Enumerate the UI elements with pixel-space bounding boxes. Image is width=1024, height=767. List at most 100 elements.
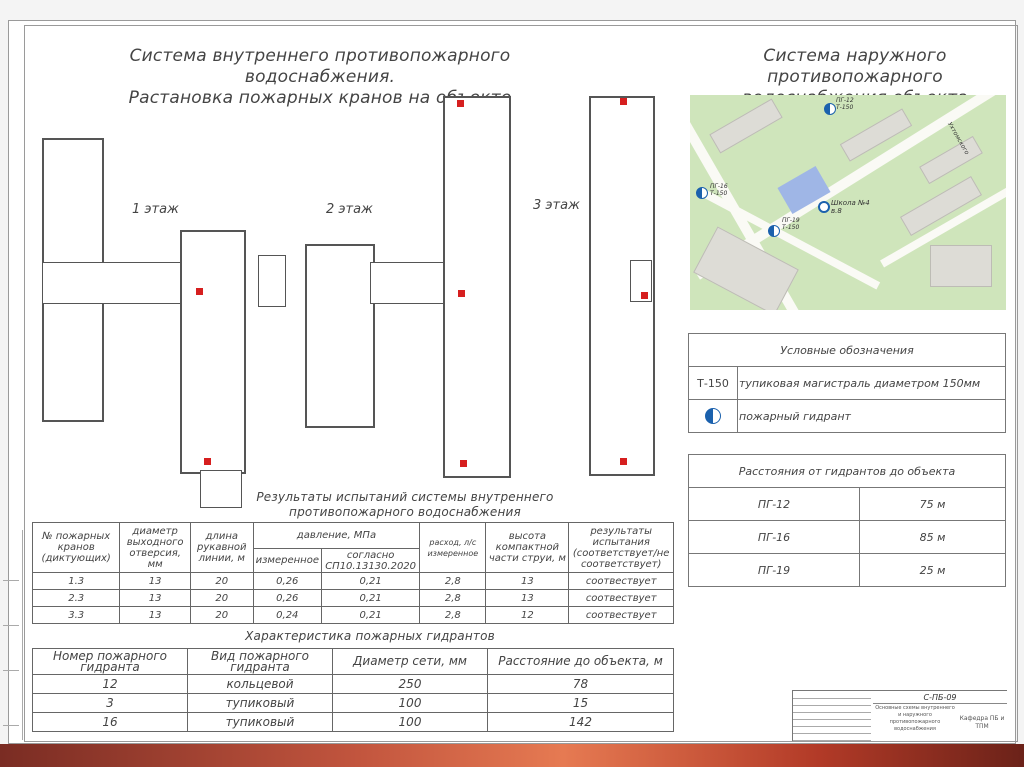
cell: 2,8: [419, 589, 487, 607]
legend-row: пожарный гидрант: [688, 399, 1006, 433]
hydrant-pin-16-label: ПГ-16 Т-150: [710, 183, 728, 197]
hydrant-pin-19: [768, 225, 780, 237]
cell: 3: [32, 693, 188, 713]
floor-1-label: 1 этаж: [132, 202, 179, 217]
site-map: ПГ-12 Т-150 ПГ-16 Т-150 ПГ-19 Т-150 Школа №…: [690, 95, 1006, 310]
table-row: 1.3 13 20 0,26 0,21 2,8 13 соотвествует: [31, 572, 674, 590]
table-row: 12 кольцевой 250 78: [32, 674, 674, 694]
header-pressure-norm: согласно СП10.13130.2020: [320, 548, 421, 573]
header-hydrant-distance: Расстояние до объекта, м: [487, 648, 674, 675]
header-pressure: давление, МПа: [252, 522, 421, 549]
header-hydrant-type: Вид пожарного гидранта: [187, 648, 333, 675]
cell: 78: [487, 674, 674, 694]
cell: 1.3: [31, 572, 121, 590]
header-flow: расход, л/с измеренное: [419, 522, 487, 573]
cell: 15: [487, 693, 674, 713]
hydrants-table: Номер пожарного гидранта Вид пожарного г…: [32, 648, 674, 732]
cell: 20: [189, 589, 254, 607]
test-results-table: № пожарных кранов (диктующих) диаметр вы…: [31, 522, 674, 624]
header-hydrant-diameter: Диаметр сети, мм: [332, 648, 488, 675]
header-jet-height: высота компактной части струи, м: [485, 522, 570, 573]
table-row: 16 тупиковый 100 142: [32, 712, 674, 732]
floor-3-label: 3 этаж: [533, 198, 580, 213]
cell: 142: [487, 712, 674, 732]
cell: 2,8: [419, 606, 487, 624]
cell: 12: [32, 674, 188, 694]
hydrant-marker-3-2: [641, 292, 648, 299]
header-diameter: диаметр выходного отверсия, мм: [119, 522, 191, 573]
header-pressure-measured: измеренное: [252, 548, 322, 573]
cell: 0,26: [252, 589, 322, 607]
cell: 2,8: [419, 572, 487, 590]
cell: кольцевой: [187, 674, 333, 694]
cell: 85 м: [859, 520, 1006, 554]
test-results-title: Результаты испытаний системы внутреннего…: [256, 490, 554, 519]
legend-row: Т-150 тупиковая магистраль диаметром 150…: [688, 366, 1006, 400]
cell: 2.3: [31, 589, 121, 607]
legend-symbol-hydrant: [688, 399, 738, 433]
cell: 0,21: [320, 606, 421, 624]
cell: тупиковый: [187, 693, 333, 713]
hydrant-marker-1-1: [196, 288, 203, 295]
legend-text: пожарный гидрант: [737, 399, 1006, 433]
hydrant-marker-2-3: [460, 460, 467, 467]
cell: ПГ-19: [688, 553, 860, 587]
hydrant-icon: [705, 408, 721, 424]
floor-2-label: 2 этаж: [326, 202, 373, 217]
header-hydrant-no: Номер пожарного гидранта: [32, 648, 188, 675]
cell: 20: [189, 606, 254, 624]
cell: 13: [119, 606, 191, 624]
table-row: 3.3 13 20 0,24 0,21 2,8 12 соотвествует: [31, 606, 674, 624]
title-block-grid: [793, 691, 871, 741]
cell: тупиковый: [187, 712, 333, 732]
header-crane-no: № пожарных кранов (диктующих): [31, 522, 121, 573]
side-margin-strip: [0, 530, 23, 740]
legend-text: тупиковая магистраль диаметром 150мм: [737, 366, 1006, 400]
cell: 250: [332, 674, 488, 694]
header-hose-length: длина рукавной линии, м: [189, 522, 254, 573]
legend-symbol-pipe: Т-150: [688, 366, 738, 400]
hydrant-marker-2-2: [458, 290, 465, 297]
hydrant-marker-2-1: [457, 100, 464, 107]
cell: 75 м: [859, 487, 1006, 521]
drawing-code: С-ПБ-09: [873, 693, 1007, 704]
cell: 13: [485, 589, 570, 607]
slide-bottom-bar: [0, 744, 1024, 767]
table-row: ПГ-12 75 м: [688, 487, 1006, 521]
cell: 0,26: [252, 572, 322, 590]
school-label: Школа №4 в.8: [831, 199, 870, 215]
title-block: С-ПБ-09 Основные схемы внутреннего и нар…: [792, 690, 1007, 741]
cell: 0,24: [252, 606, 322, 624]
cell: 25 м: [859, 553, 1006, 587]
cell: 12: [485, 606, 570, 624]
table-row: 3 тупиковый 100 15: [32, 693, 674, 713]
cell: 16: [32, 712, 188, 732]
school-marker-icon: [818, 201, 830, 213]
header-result: результаты испытания (соответствует/не с…: [568, 522, 674, 573]
organization: Кафедра ПБ и ТПМ: [959, 715, 1005, 730]
distances-title: Расстояния от гидрантов до объекта: [688, 454, 1006, 488]
cell: соотвествует: [568, 572, 674, 590]
cell: 100: [332, 693, 488, 713]
table-row: ПГ-19 25 м: [688, 553, 1006, 587]
cell: 0,21: [320, 572, 421, 590]
hydrant-pin-12: [824, 103, 836, 115]
hydrant-marker-1-2: [204, 458, 211, 465]
cell: соотвествует: [568, 589, 674, 607]
cell: 20: [189, 572, 254, 590]
legend-table: Условные обозначения Т-150 тупиковая маг…: [688, 333, 1006, 433]
table-row: 2.3 13 20 0,26 0,21 2,8 13 соотвествует: [31, 589, 674, 607]
hydrants-title: Характеристика пожарных гидрантов: [245, 629, 495, 643]
legend-title: Условные обозначения: [688, 333, 1006, 367]
table-row: ПГ-16 85 м: [688, 520, 1006, 554]
cell: 13: [485, 572, 570, 590]
cell: ПГ-16: [688, 520, 860, 554]
distances-table: Расстояния от гидрантов до объекта ПГ-12…: [688, 454, 1006, 587]
cell: соотвествует: [568, 606, 674, 624]
hydrant-pin-12-label: ПГ-12 Т-150: [836, 97, 854, 111]
cell: 100: [332, 712, 488, 732]
drawing-description: Основные схемы внутреннего и наружного п…: [875, 705, 955, 732]
cell: 0,21: [320, 589, 421, 607]
cell: 13: [119, 572, 191, 590]
hydrant-marker-3-1: [620, 98, 627, 105]
